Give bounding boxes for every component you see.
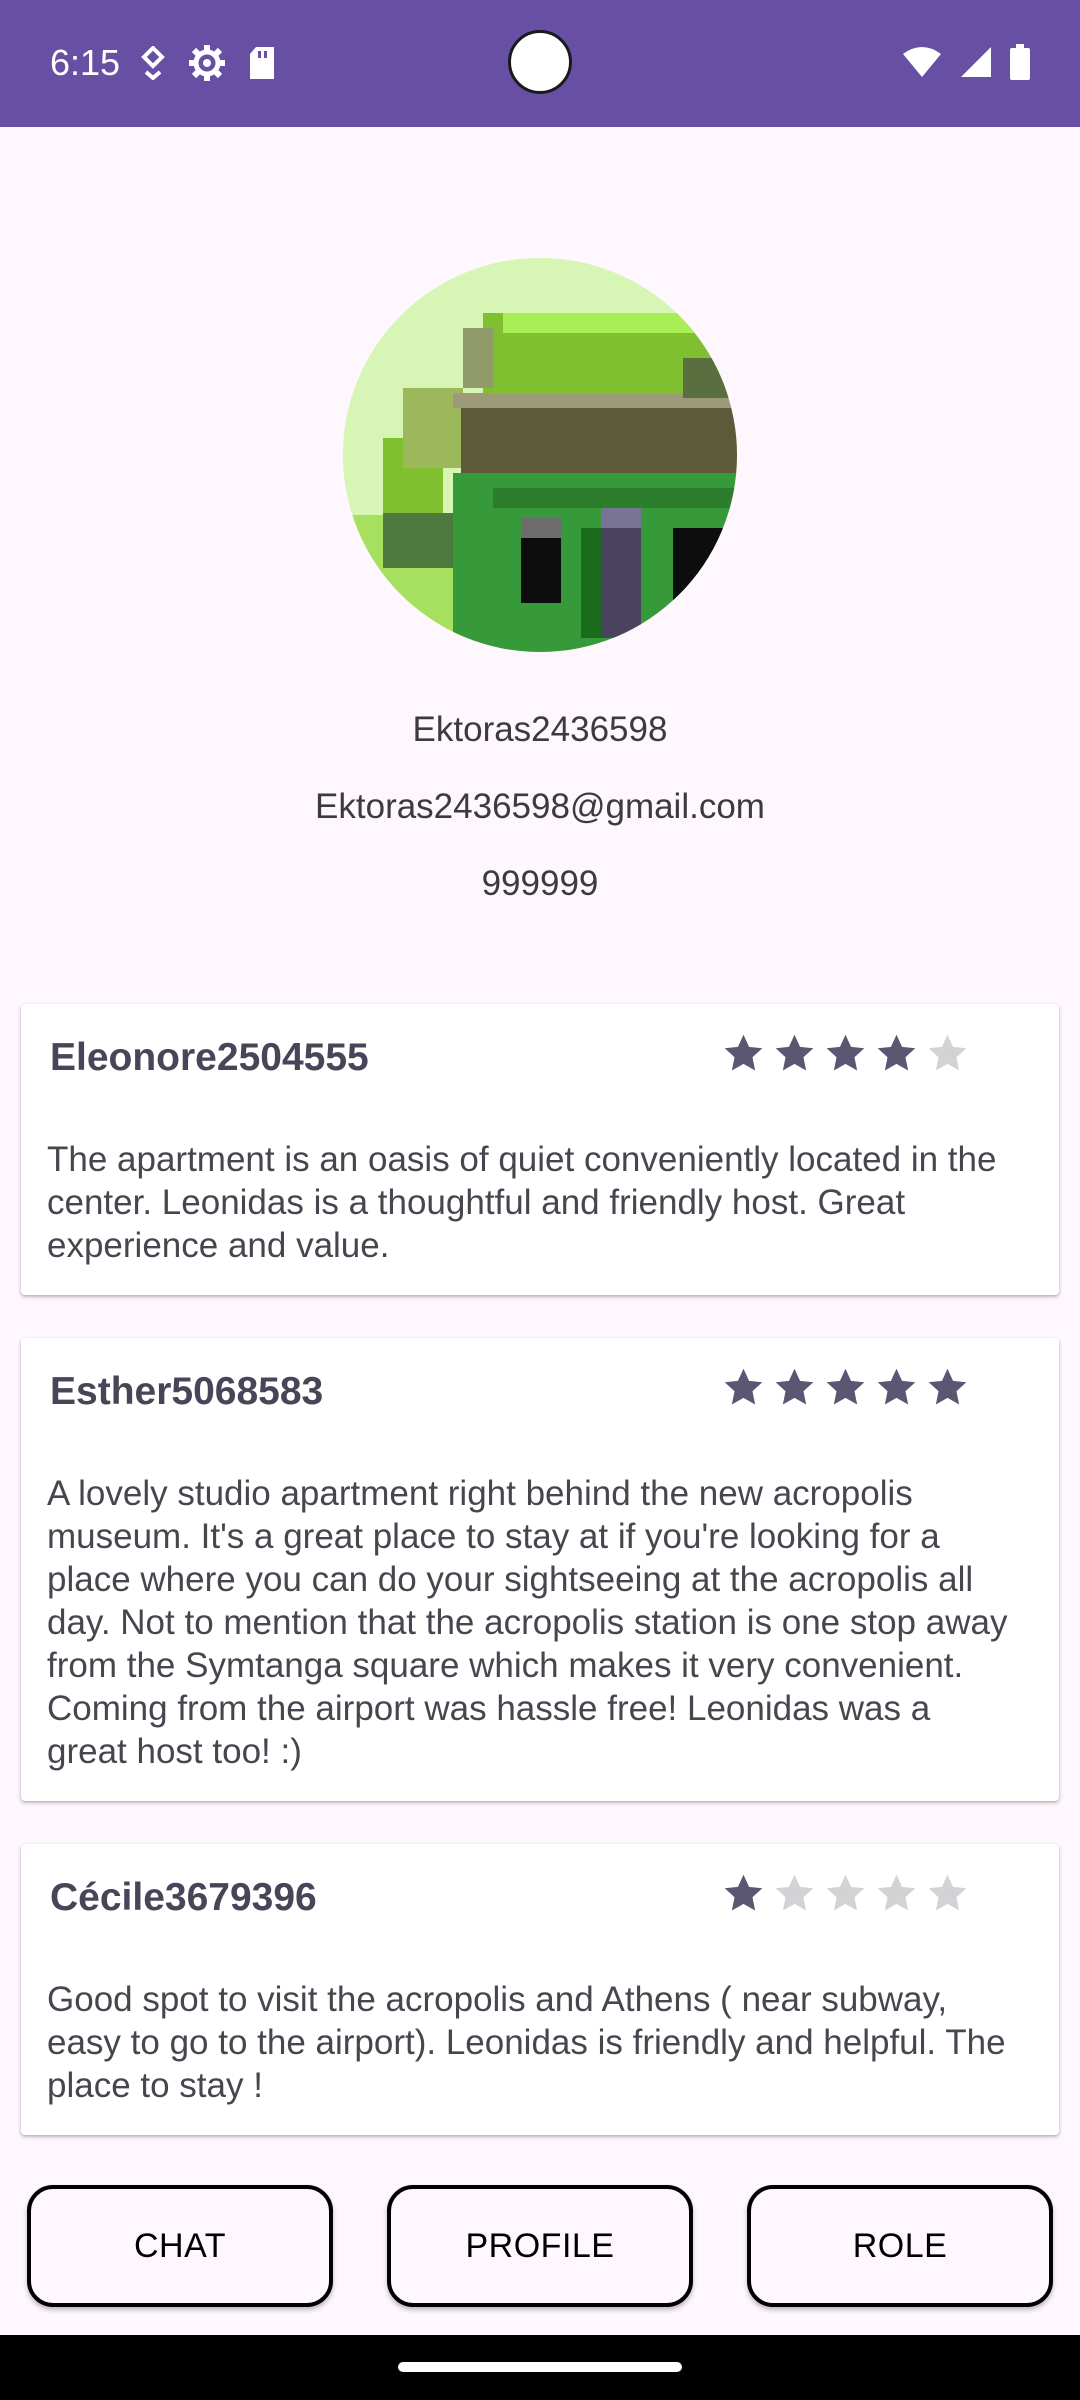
status-icons-right: [902, 44, 1030, 80]
home-gesture-handle[interactable]: [398, 2362, 682, 2372]
profile-email: Ektoras2436598@gmail.com: [315, 787, 765, 826]
star-filled-icon: [877, 1034, 916, 1071]
star-empty-icon: [928, 1874, 967, 1911]
star-empty-icon: [877, 1874, 916, 1911]
review-card: Cécile3679396 Good spot to visit the acr…: [21, 1844, 1059, 2135]
camera-cutout: [508, 30, 572, 94]
profile-button[interactable]: PROFILE: [387, 2185, 693, 2307]
settings-icon: [189, 45, 225, 81]
status-time: 6:15: [50, 42, 121, 83]
star-filled-icon: [826, 1368, 865, 1405]
review-text: The apartment is an oasis of quiet conve…: [47, 1140, 997, 1265]
role-button[interactable]: ROLE: [747, 2185, 1053, 2307]
signal-icon: [961, 47, 991, 77]
star-filled-icon: [775, 1368, 814, 1405]
location-icon: [141, 46, 165, 80]
star-filled-icon: [724, 1874, 763, 1911]
review-username: Esther5068583: [50, 1370, 324, 1413]
star-empty-icon: [775, 1874, 814, 1911]
star-filled-icon: [826, 1034, 865, 1071]
profile-avatar[interactable]: [343, 258, 737, 652]
review-text: Good spot to visit the acropolis and Ath…: [47, 1980, 1006, 2105]
rating-stars: [722, 1366, 969, 1409]
profile-username: Ektoras2436598: [412, 710, 668, 749]
wifi-icon: [903, 47, 941, 77]
profile-phone: 999999: [481, 864, 599, 903]
star-empty-icon: [928, 1034, 967, 1071]
star-filled-icon: [724, 1034, 763, 1071]
review-card: Esther5068583 A lovely studio apartment …: [21, 1338, 1059, 1801]
sd-card-icon: [250, 47, 274, 79]
rating-stars: [722, 1872, 969, 1915]
review-username: Eleonore2504555: [50, 1036, 369, 1079]
status-bar: 6:15: [0, 0, 1080, 127]
star-filled-icon: [877, 1368, 916, 1405]
battery-icon: [1010, 44, 1030, 80]
star-filled-icon: [724, 1368, 763, 1405]
status-icons-left: [140, 44, 276, 82]
review-card: Eleonore2504555 The apartment is an oasi…: [21, 1004, 1059, 1295]
rating-stars: [722, 1032, 969, 1075]
chat-button[interactable]: CHAT: [27, 2185, 333, 2307]
review-text: A lovely studio apartment right behind t…: [47, 1474, 1008, 1771]
star-filled-icon: [928, 1368, 967, 1405]
star-empty-icon: [826, 1874, 865, 1911]
star-filled-icon: [775, 1034, 814, 1071]
review-username: Cécile3679396: [50, 1876, 317, 1919]
